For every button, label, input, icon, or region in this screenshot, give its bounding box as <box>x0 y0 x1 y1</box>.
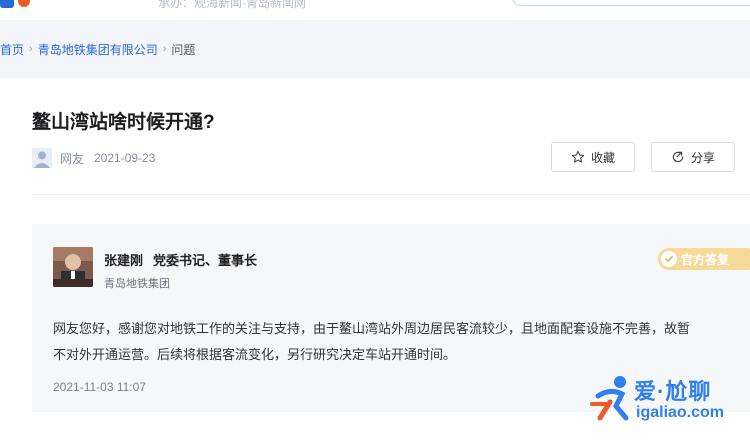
checkmark-icon <box>661 251 677 267</box>
official-avatar <box>53 247 93 287</box>
official-name: 张建刚 <box>104 253 144 268</box>
official-org: 青岛地铁集团 <box>104 278 170 290</box>
avatar <box>32 148 52 168</box>
share-button[interactable]: 分享 <box>651 142 735 172</box>
share-label: 分享 <box>690 150 715 165</box>
divider <box>32 194 750 195</box>
badge-label: 官方答复 <box>681 252 730 267</box>
favorite-label: 收藏 <box>590 150 615 165</box>
asker-info: 网友 2021-09-23 <box>32 148 155 168</box>
favorite-button[interactable]: 收藏 <box>551 142 635 172</box>
watermark-domain: igaliao.com <box>636 404 725 421</box>
watermark: 爱·尬聊 igaliao.com <box>590 372 750 432</box>
chevron-right-icon: › <box>162 43 167 55</box>
star-icon <box>571 150 585 163</box>
watermark-brand: 爱·尬聊 <box>634 379 712 404</box>
breadcrumb-home[interactable]: 首页 <box>0 41 24 58</box>
answer-date: 2021-11-03 11:07 <box>53 380 146 394</box>
breadcrumb: 首页 › 青岛地铁集团有限公司 › 问题 <box>0 40 195 58</box>
runner-logo-icon <box>590 376 629 421</box>
official-role: 党委书记、董事长 <box>153 253 258 268</box>
breadcrumb-org[interactable]: 青岛地铁集团有限公司 <box>38 41 158 58</box>
chevron-right-icon: › <box>29 43 33 55</box>
question-title: 鳌山湾站啥时候开通? <box>32 112 215 133</box>
asker-name: 网友 <box>60 151 85 166</box>
search-input[interactable] <box>512 0 750 6</box>
breadcrumb-current: 问题 <box>171 42 196 57</box>
official-reply-badge: 官方答复 <box>658 248 750 270</box>
share-icon <box>672 151 684 163</box>
answer-text: 网友您好，感谢您对地铁工作的关注与支持，由于鳌山湾站外周边居民客流较少，且地面配… <box>53 321 691 362</box>
question-date: 2021-09-23 <box>94 151 156 165</box>
site-logo[interactable] <box>0 0 34 8</box>
site-header: 承办：观海新闻·青岛新闻网 <box>0 0 750 20</box>
official-name-line: 张建刚 党委书记、董事长 <box>104 250 257 269</box>
organizer-text: 承办：观海新闻·青岛新闻网 <box>158 0 306 10</box>
